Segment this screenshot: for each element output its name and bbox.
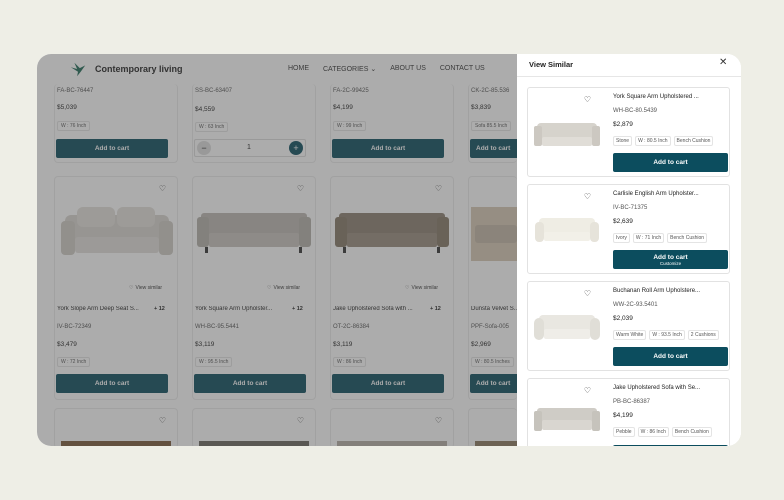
product-sku: WW-2C-93.5401 — [613, 302, 658, 308]
wishlist-heart-icon[interactable]: ♡ — [581, 287, 594, 300]
cushion-chip: Bench Cushion — [673, 136, 714, 146]
view-similar-panel: View Similar ✕ ♡ York Square Arm Upholst… — [517, 54, 741, 446]
product-name[interactable]: Carlisle English Arm Upholster... — [613, 191, 699, 197]
add-to-cart-button[interactable]: Add to cart — [613, 153, 728, 172]
attribute-chips: Pebble W : 86 Inch Bench Cushion — [613, 427, 712, 437]
sofa-image[interactable] — [531, 93, 603, 173]
add-to-cart-button[interactable]: Add to cart — [613, 347, 728, 366]
app-window: Contemporary living HOME CATEGORIES ⌄ AB… — [37, 54, 741, 446]
divider — [517, 76, 741, 77]
size-chip: W : 80.5 Inch — [635, 136, 671, 146]
product-price: $2,039 — [613, 315, 633, 322]
attribute-chips: Warm White W : 93.5 Inch 2 Cushions — [613, 330, 719, 340]
wishlist-heart-icon[interactable]: ♡ — [581, 384, 594, 397]
product-name[interactable]: York Square Arm Upholstered ... — [613, 94, 699, 100]
size-chip: W : 71 Inch — [632, 233, 665, 243]
cushion-chip: Bench Cushion — [671, 427, 712, 437]
close-icon[interactable]: ✕ — [719, 57, 727, 68]
similar-item[interactable]: ♡ Jake Upholstered Sofa with Se... PB-BC… — [527, 378, 730, 446]
attribute-chips: Ivory W : 71 Inch Bench Cushion — [613, 233, 708, 243]
product-name[interactable]: Jake Upholstered Sofa with Se... — [613, 385, 700, 391]
add-to-cart-button[interactable] — [613, 445, 728, 446]
add-to-cart-button[interactable]: Add to cart Customize — [613, 250, 728, 269]
customize-label: Customize — [659, 260, 682, 266]
product-price: $2,879 — [613, 121, 633, 128]
similar-item[interactable]: ♡ York Square Arm Upholstered ... WH-BC-… — [527, 87, 730, 177]
sofa-image[interactable] — [531, 190, 603, 270]
size-chip: W : 93.5 Inch — [649, 330, 685, 340]
panel-title: View Similar — [529, 60, 574, 69]
modal-backdrop[interactable] — [37, 54, 517, 446]
product-price: $2,639 — [613, 218, 633, 225]
color-chip: Pebble — [613, 427, 635, 437]
attribute-chips: Stone W : 80.5 Inch Bench Cushion — [613, 136, 714, 146]
cushion-chip: Bench Cushion — [667, 233, 708, 243]
color-chip: Stone — [613, 136, 633, 146]
product-name[interactable]: Buchanan Roll Arm Upholstere... — [613, 288, 700, 294]
color-chip: Warm White — [613, 330, 647, 340]
cushion-chip: 2 Cushions — [687, 330, 719, 340]
similar-item[interactable]: ♡ Carlisle English Arm Upholster... IV-B… — [527, 184, 730, 274]
product-listing-page: Contemporary living HOME CATEGORIES ⌄ AB… — [37, 54, 741, 446]
size-chip: W : 86 Inch — [637, 427, 669, 437]
wishlist-heart-icon[interactable]: ♡ — [581, 93, 594, 106]
product-sku: PB-BC-86387 — [613, 399, 651, 405]
product-sku: WH-BC-80.5439 — [613, 108, 658, 114]
color-chip: Ivory — [613, 233, 630, 243]
product-price: $4,199 — [613, 412, 633, 419]
sofa-image[interactable] — [531, 287, 603, 367]
product-sku: IV-BC-71375 — [613, 205, 648, 211]
similar-item[interactable]: ♡ Buchanan Roll Arm Upholstere... WW-2C-… — [527, 281, 730, 371]
wishlist-heart-icon[interactable]: ♡ — [581, 190, 594, 203]
